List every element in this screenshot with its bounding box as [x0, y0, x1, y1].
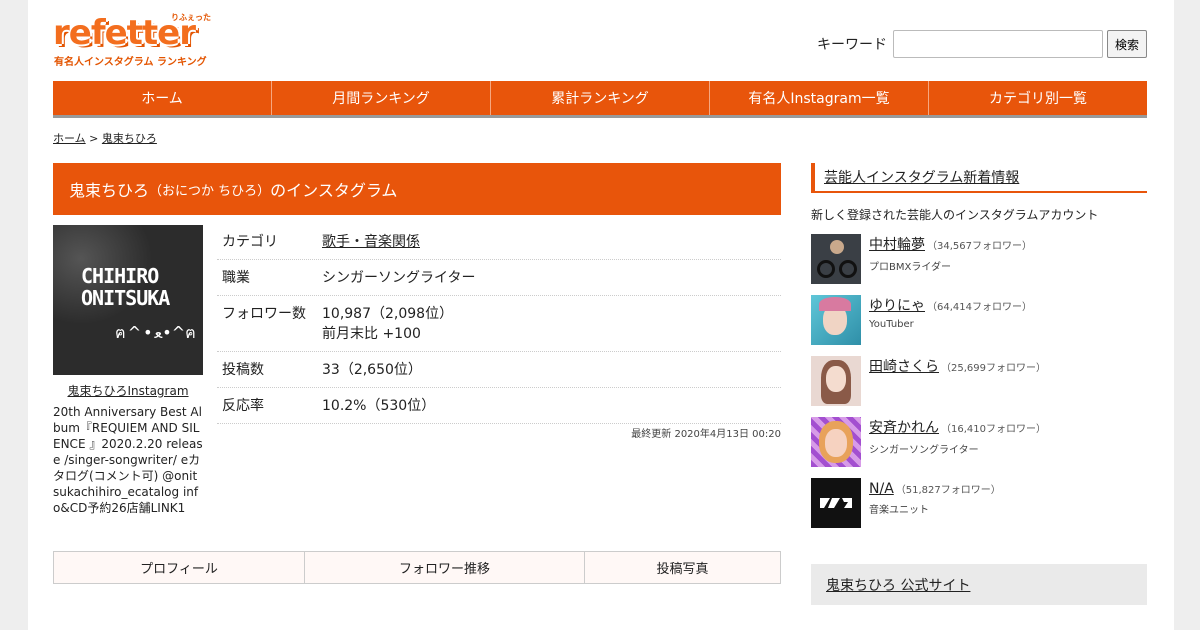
celebrity-name[interactable]: 安斉かれん — [869, 420, 939, 436]
celebrity-name[interactable]: 田崎さくら — [869, 359, 939, 375]
celebrity-info: 中村輪夢 （34,567フォロワー） プロBMXライダー — [869, 234, 1032, 295]
cat-icon: ฅ^•ﻌ•^ฅ — [115, 323, 198, 342]
celebrity-followers: （16,410フォロワー） — [941, 424, 1046, 435]
breadcrumb-current[interactable]: 鬼束ちひろ — [102, 132, 157, 145]
info-row-occupation: 職業 シンガーソングライター — [217, 260, 781, 296]
instagram-link[interactable]: 鬼束ちひろInstagram — [53, 382, 203, 399]
list-item: ゆりにゃ （64,414フォロワー） YouTuber — [811, 295, 1147, 356]
list-item: N/A （51,827フォロワー） 音楽ユニット — [811, 478, 1147, 539]
profile-image[interactable]: CHIHIRO ONITSUKA ฅ^•ﻌ•^ฅ — [53, 225, 203, 375]
search-input[interactable] — [893, 30, 1103, 58]
list-item: 中村輪夢 （34,567フォロワー） プロBMXライダー — [811, 234, 1147, 295]
page: りふぇったー refetter 有名人インスタグラム ランキング キーワード 検… — [28, 0, 1174, 630]
celebrity-name[interactable]: 中村輪夢 — [869, 237, 925, 253]
unit-logo-icon — [820, 498, 852, 508]
site-logo[interactable]: りふぇったー refetter 有名人インスタグラム ランキング — [53, 12, 213, 68]
nav-monthly-ranking[interactable]: 月間ランキング — [272, 81, 491, 115]
title-suffix: のインスタグラム — [270, 181, 398, 200]
celebrity-thumbnail[interactable] — [811, 478, 861, 528]
celebrity-info: 田崎さくら （25,699フォロワー） — [869, 356, 1046, 417]
celebrity-thumbnail[interactable] — [811, 234, 861, 284]
image-logo-line2: ONITSUKA — [81, 286, 170, 310]
info-label: フォロワー数 — [222, 306, 306, 322]
info-row-posts: 投稿数 33（2,650位） — [217, 352, 781, 388]
profile-bio: 20th Anniversary Best Album『REQUIEM AND … — [53, 405, 203, 515]
new-celebrity-list: 中村輪夢 （34,567フォロワー） プロBMXライダー ゆりにゃ （64,414フ… — [811, 234, 1147, 539]
celebrity-info: 安斉かれん （16,410フォロワー） シンガーソングライター — [869, 417, 1046, 478]
tab-photos[interactable]: 投稿写真 — [585, 552, 780, 583]
celebrity-role: プロBMXライダー — [869, 262, 951, 273]
celebrity-role: 音楽ユニット — [869, 505, 929, 516]
info-value: 10.2%（530位） — [322, 398, 436, 414]
profile-info-table: カテゴリ 歌手・音楽関係 職業 シンガーソングライター フォロワー数 10,98… — [217, 224, 781, 424]
celebrity-thumbnail[interactable] — [811, 417, 861, 467]
main-nav: ホーム 月間ランキング 累計ランキング 有名人Instagram一覧 カテゴリ別… — [53, 81, 1147, 118]
official-site-box: 鬼束ちひろ 公式サイト — [811, 564, 1147, 605]
info-label: カテゴリ — [222, 234, 278, 250]
celebrity-thumbnail[interactable] — [811, 295, 861, 345]
list-item: 安斉かれん （16,410フォロワー） シンガーソングライター — [811, 417, 1147, 478]
sidebar-description: 新しく登録された芸能人のインスタグラムアカウント — [811, 208, 1099, 222]
breadcrumb: ホーム > 鬼束ちひろ — [53, 130, 157, 146]
breadcrumb-separator: > — [89, 132, 99, 145]
page-title: 鬼束ちひろ （おにつか ちひろ） のインスタグラム — [53, 163, 781, 215]
celebrity-thumbnail[interactable] — [811, 356, 861, 406]
title-kana: （おにつか ちひろ） — [149, 183, 271, 199]
followers-value: 10,987（2,098位） — [322, 306, 454, 322]
search-form: キーワード 検索 — [817, 30, 1147, 58]
celebrity-name[interactable]: ゆりにゃ — [869, 298, 925, 314]
info-label: 投稿数 — [222, 362, 264, 378]
celebrity-role: シンガーソングライター — [869, 445, 979, 456]
celebrity-followers: （51,827フォロワー） — [895, 485, 1001, 496]
info-label: 反応率 — [222, 398, 264, 414]
tab-follower-trend[interactable]: フォロワー推移 — [305, 552, 585, 583]
image-logo-text: CHIHIRO ONITSUKA — [81, 264, 170, 310]
celebrity-followers: （64,414フォロワー） — [927, 302, 1032, 313]
official-site-link[interactable]: 鬼束ちひろ 公式サイト — [826, 575, 970, 595]
search-button[interactable]: 検索 — [1107, 30, 1147, 58]
logo-subtitle: 有名人インスタグラム ランキング — [54, 57, 207, 68]
info-row-followers: フォロワー数 10,987（2,098位） 前月末比 +100 — [217, 296, 781, 352]
tab-profile[interactable]: プロフィール — [54, 552, 305, 583]
image-logo-line1: CHIHIRO — [81, 264, 159, 288]
profile-tabs: プロフィール フォロワー推移 投稿写真 — [53, 551, 781, 584]
last-updated: 最終更新 2020年4月13日 00:20 — [631, 429, 781, 440]
info-row-category: カテゴリ 歌手・音楽関係 — [217, 224, 781, 260]
nav-celebrity-list[interactable]: 有名人Instagram一覧 — [710, 81, 929, 115]
celebrity-name[interactable]: N/A — [869, 481, 894, 497]
sidebar-title-link[interactable]: 芸能人インスタグラム新着情報 — [824, 167, 1019, 187]
nav-home[interactable]: ホーム — [53, 81, 272, 115]
followers-change: 前月末比 +100 — [322, 326, 421, 342]
celebrity-info: N/A （51,827フォロワー） 音楽ユニット — [869, 478, 1001, 539]
title-name: 鬼束ちひろ — [69, 181, 150, 200]
info-value: シンガーソングライター — [322, 270, 476, 286]
celebrity-followers: （34,567フォロワー） — [927, 241, 1032, 252]
logo-text: refetter — [53, 13, 196, 53]
info-value: 10,987（2,098位） 前月末比 +100 — [322, 304, 453, 344]
info-value: 33（2,650位） — [322, 362, 422, 378]
celebrity-info: ゆりにゃ （64,414フォロワー） YouTuber — [869, 295, 1032, 356]
nav-category-list[interactable]: カテゴリ別一覧 — [929, 81, 1147, 115]
category-link[interactable]: 歌手・音楽関係 — [322, 232, 420, 252]
info-label: 職業 — [222, 270, 250, 286]
list-item: 田崎さくら （25,699フォロワー） — [811, 356, 1147, 417]
info-row-engagement: 反応率 10.2%（530位） — [217, 388, 781, 424]
celebrity-role: YouTuber — [869, 319, 914, 330]
search-label: キーワード — [817, 37, 887, 53]
celebrity-followers: （25,699フォロワー） — [941, 363, 1046, 374]
sidebar-title: 芸能人インスタグラム新着情報 — [811, 163, 1147, 193]
breadcrumb-home[interactable]: ホーム — [53, 132, 86, 145]
nav-total-ranking[interactable]: 累計ランキング — [491, 81, 710, 115]
